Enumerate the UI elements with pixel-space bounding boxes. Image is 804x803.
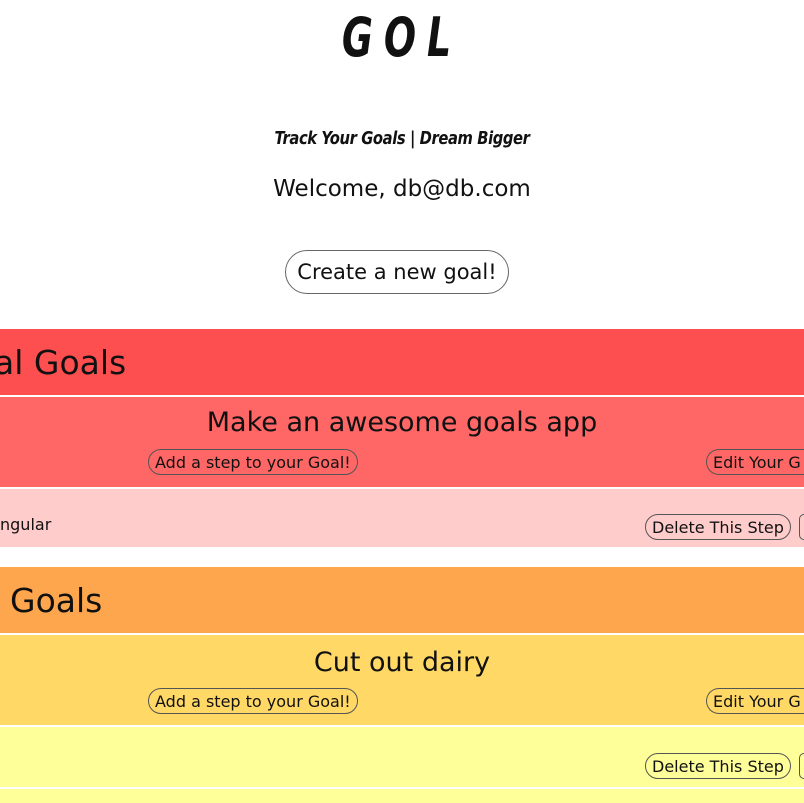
next-step-button-clipped[interactable] [799, 753, 804, 779]
goal-title: Make an awesome goals app [206, 407, 598, 438]
tagline: Track Your Goals | Dream Bigger [274, 128, 530, 149]
step-text: ngular [0, 515, 52, 534]
category-header: al Goals [0, 329, 804, 395]
step-row [0, 789, 804, 803]
welcome-message: Welcome, db@db.com [273, 176, 531, 202]
next-step-button-clipped[interactable] [799, 514, 804, 540]
goal-title: Cut out dairy [313, 647, 491, 678]
category-title: al Goals [0, 342, 127, 382]
category-title: Goals [10, 580, 103, 620]
create-goal-button[interactable]: Create a new goal! [285, 250, 509, 294]
app-logo: GOL [341, 6, 463, 69]
add-step-button[interactable]: Add a step to your Goal! [148, 688, 358, 714]
goal-card: Make an awesome goals app Add a step to … [0, 397, 804, 487]
step-row: ngular Delete This Step [0, 489, 804, 547]
step-row: Delete This Step [0, 727, 804, 787]
edit-goal-button[interactable]: Edit Your G [706, 449, 804, 475]
add-step-button[interactable]: Add a step to your Goal! [148, 449, 358, 475]
delete-step-button[interactable]: Delete This Step [645, 753, 791, 779]
edit-goal-button[interactable]: Edit Your G [706, 688, 804, 714]
goal-card: Cut out dairy Add a step to your Goal! E… [0, 635, 804, 725]
category-header: Goals [0, 567, 804, 633]
delete-step-button[interactable]: Delete This Step [645, 514, 791, 540]
